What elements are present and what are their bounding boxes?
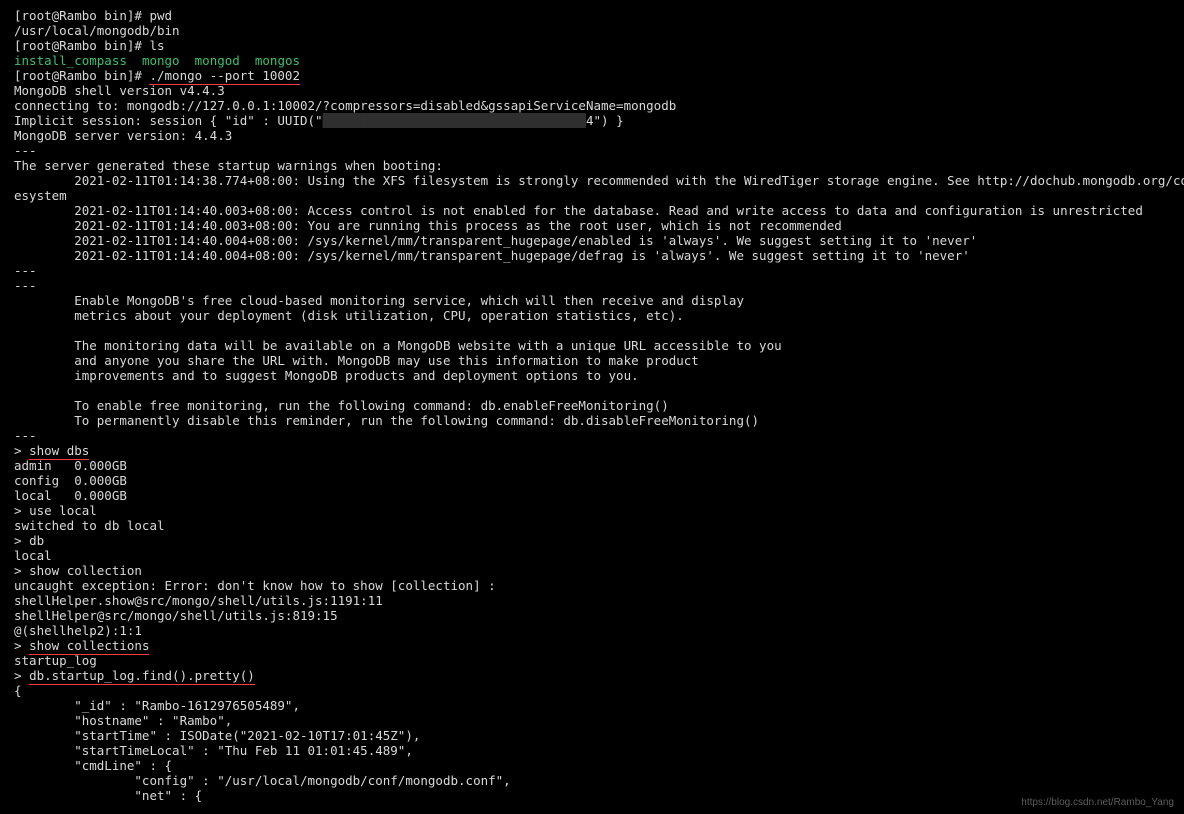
mongo-prompt: > [14, 503, 29, 518]
warn-line: esystem [14, 188, 67, 203]
warn-line: 2021-02-11T01:14:40.004+08:00: /sys/kern… [14, 233, 977, 248]
shell-prompt: [root@Rambo bin]# [14, 68, 149, 83]
mongo-prompt: > [14, 443, 29, 458]
error-line: @(shellhelp2):1:1 [14, 623, 142, 638]
separator: --- [14, 263, 37, 278]
error-line: uncaught exception: Error: don't know ho… [14, 578, 496, 593]
ls-item: mongod [195, 53, 240, 68]
connecting-line: connecting to: mongodb://127.0.0.1:10002… [14, 98, 676, 113]
shell-version: MongoDB shell version v4.4.3 [14, 83, 225, 98]
db-output: local [14, 548, 52, 563]
cmd-show-collection: show collection [29, 563, 142, 578]
warn-line: 2021-02-11T01:14:40.003+08:00: You are r… [14, 218, 842, 233]
mongo-prompt: > [14, 668, 29, 683]
separator: --- [14, 428, 37, 443]
terminal-output[interactable]: [root@Rambo bin]# pwd /usr/local/mongodb… [0, 0, 1184, 811]
mongo-prompt: > [14, 563, 29, 578]
dbs-line: config 0.000GB [14, 473, 127, 488]
fm-line: improvements and to suggest MongoDB prod… [14, 368, 639, 383]
error-line: shellHelper.show@src/mongo/shell/utils.j… [14, 593, 383, 608]
doc-line: "config" : "/usr/local/mongodb/conf/mong… [14, 773, 511, 788]
ls-item: mongos [255, 53, 300, 68]
doc-line: "net" : { [14, 788, 202, 803]
cmd-db: db [29, 533, 44, 548]
mongo-prompt: > [14, 638, 29, 653]
doc-line: "cmdLine" : { [14, 758, 172, 773]
shell-prompt: [root@Rambo bin]# [14, 8, 149, 23]
mongo-prompt: > [14, 533, 29, 548]
server-version: MongoDB server version: 4.4.3 [14, 128, 232, 143]
session-line-prefix: Implicit session: session { "id" : UUID(… [14, 113, 323, 128]
watermark: https://blog.csdn.net/Rambo_Yang [1021, 797, 1174, 808]
brace: { [14, 683, 22, 698]
doc-line: "startTimeLocal" : "Thu Feb 11 01:01:45.… [14, 743, 413, 758]
separator: --- [14, 143, 37, 158]
warn-line: 2021-02-11T01:14:40.003+08:00: Access co… [14, 203, 1143, 218]
warn-line: 2021-02-11T01:14:40.004+08:00: /sys/kern… [14, 248, 970, 263]
separator: --- [14, 278, 37, 293]
doc-line: "startTime" : ISODate("2021-02-10T17:01:… [14, 728, 420, 743]
collections-output: startup_log [14, 653, 97, 668]
cmd-ls: ls [149, 38, 164, 53]
fm-line: Enable MongoDB's free cloud-based monito… [14, 293, 744, 308]
warn-line: 2021-02-11T01:14:38.774+08:00: Using the… [14, 173, 1184, 188]
ls-item: install_compass [14, 53, 127, 68]
fm-line: and anyone you share the URL with. Mongo… [14, 353, 699, 368]
fm-line: The monitoring data will be available on… [14, 338, 782, 353]
shell-prompt: [root@Rambo bin]# [14, 38, 149, 53]
session-redacted: ████.██ ██.. ██ ███ █████. ███. [323, 113, 586, 128]
warn-header: The server generated these startup warni… [14, 158, 443, 173]
session-line-suffix: 4") } [586, 113, 624, 128]
fm-line: To permanently disable this reminder, ru… [14, 413, 759, 428]
doc-line: "hostname" : "Rambo", [14, 713, 232, 728]
use-local-output: switched to db local [14, 518, 165, 533]
doc-line: "_id" : "Rambo-1612976505489", [14, 698, 300, 713]
error-line: shellHelper@src/mongo/shell/utils.js:819… [14, 608, 338, 623]
dbs-line: local 0.000GB [14, 488, 127, 503]
dbs-line: admin 0.000GB [14, 458, 127, 473]
pwd-output: /usr/local/mongodb/bin [14, 23, 180, 38]
fm-line: metrics about your deployment (disk util… [14, 308, 684, 323]
ls-item: mongo [142, 53, 180, 68]
cmd-pwd: pwd [149, 8, 172, 23]
cmd-use-local: use local [29, 503, 97, 518]
cmd-find: db.startup_log.find().pretty() [29, 668, 255, 685]
fm-line: To enable free monitoring, run the follo… [14, 398, 669, 413]
